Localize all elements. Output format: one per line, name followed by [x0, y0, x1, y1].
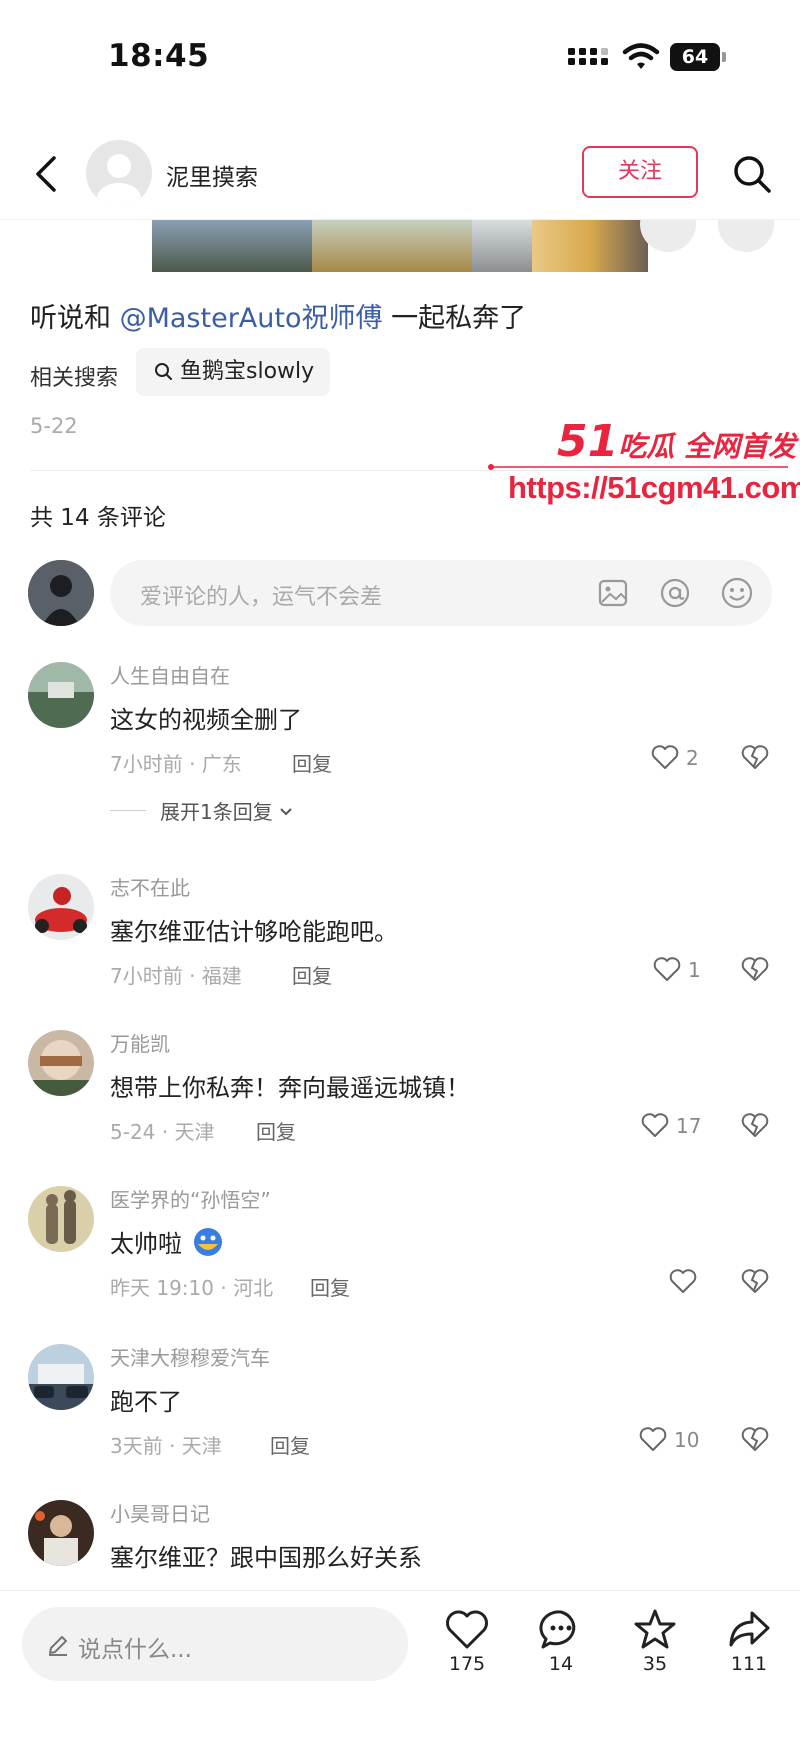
comment-text: 这女的视频全删了 [110, 706, 302, 734]
expand-replies-label: 展开1条回复 [160, 800, 273, 824]
related-search-chip[interactable]: 鱼鹅宝slowly [136, 348, 331, 396]
commenter-avatar[interactable] [28, 874, 94, 940]
emoji-sticker-icon [193, 1228, 222, 1256]
like-count: 2 [686, 746, 699, 770]
wifi-icon [622, 43, 660, 69]
commenter-name[interactable]: 志不在此 [110, 872, 190, 901]
comment-text: 太帅啦 [110, 1224, 224, 1259]
divider [30, 470, 770, 471]
like-icon[interactable] [640, 1110, 670, 1140]
dislike-icon[interactable] [740, 742, 770, 772]
watermark: 51吃瓜 全网首发 https://51cgm41.com [488, 416, 800, 516]
mention-icon[interactable] [658, 576, 692, 610]
like-count: 1 [688, 958, 701, 982]
commenter-name[interactable]: 人生自由自在 [110, 660, 230, 689]
bottom-action-bar: 说点什么... 175 14 35 111 [0, 1590, 800, 1739]
post-image-strip[interactable] [152, 220, 648, 272]
follow-button[interactable]: 关注 [582, 146, 698, 198]
comment-text: 塞尔维亚估计够呛能跑吧。 [110, 918, 398, 946]
like-icon[interactable] [650, 742, 680, 772]
my-avatar [28, 560, 94, 626]
related-search-label: 相关搜索 [30, 366, 119, 391]
comment-input[interactable]: 爱评论的人，运气不会差 [110, 560, 772, 626]
comment-post-button[interactable]: 14 [526, 1607, 596, 1675]
comment-meta: 7小时前 · 福建 [110, 964, 242, 988]
comment-text: 塞尔维亚？跟中国那么好关系 [110, 1544, 422, 1572]
comment-meta: 昨天 19:10 · 河北 [110, 1276, 274, 1300]
battery-level: 64 [670, 43, 720, 71]
like-post-button[interactable]: 175 [432, 1607, 502, 1675]
reply-button[interactable]: 回复 [310, 1272, 350, 1301]
commenter-avatar[interactable] [28, 1344, 94, 1410]
comment-post-count: 14 [548, 1653, 574, 1675]
like-post-count: 175 [448, 1653, 486, 1675]
status-bar: 18:45 64 [0, 0, 800, 110]
comment-meta: 7小时前 · 广东 [110, 752, 242, 776]
comment-text: 想带上你私奔！奔向最遥远城镇！ [110, 1074, 470, 1102]
post-caption: 听说和 @MasterAuto祝师傅 一起私奔了 [30, 303, 527, 334]
like-icon[interactable] [638, 1424, 668, 1454]
author-avatar[interactable] [86, 140, 152, 206]
favorite-post-count: 35 [642, 1653, 668, 1675]
mention-link[interactable]: @MasterAuto祝师傅 [120, 303, 383, 334]
share-post-button[interactable]: 111 [714, 1607, 784, 1675]
comment-meta: 5-24 · 天津 [110, 1120, 215, 1144]
heart-icon [446, 1610, 488, 1649]
dislike-icon[interactable] [740, 1266, 770, 1296]
commenter-name[interactable]: 小昊哥日记 [110, 1498, 210, 1527]
commenter-name[interactable]: 天津大穆穆爱汽车 [110, 1342, 270, 1371]
favorite-post-button[interactable]: 35 [620, 1607, 690, 1675]
post-date: 5-22 [30, 414, 78, 438]
search-icon[interactable] [730, 152, 774, 196]
reply-button[interactable]: 回复 [292, 960, 332, 989]
search-icon [155, 363, 172, 380]
battery-icon: 64 [670, 43, 726, 71]
back-icon[interactable] [28, 152, 64, 196]
status-time: 18:45 [108, 38, 210, 74]
signal-icon [568, 48, 608, 65]
author-name[interactable]: 泥里摸索 [166, 158, 258, 192]
dislike-icon[interactable] [740, 1424, 770, 1454]
comment-input-placeholder: 爱评论的人，运气不会差 [140, 585, 383, 610]
emoji-icon[interactable] [720, 576, 754, 610]
comment-text: 跑不了 [110, 1388, 182, 1416]
say-something-input[interactable]: 说点什么... [22, 1607, 408, 1681]
share-icon [729, 1611, 770, 1647]
star-icon [634, 1609, 676, 1649]
dislike-icon[interactable] [740, 954, 770, 984]
commenter-name[interactable]: 万能凯 [110, 1028, 170, 1057]
commenter-avatar[interactable] [28, 1500, 94, 1566]
image-icon[interactable] [596, 576, 630, 610]
commenter-avatar[interactable] [28, 1030, 94, 1096]
watermark-url: https://51cgm41.com [508, 470, 800, 505]
comment-meta: 3天前 · 天津 [110, 1434, 222, 1458]
chevron-down-icon [280, 807, 292, 815]
pencil-icon [49, 1636, 67, 1656]
commenter-avatar[interactable] [28, 1186, 94, 1252]
watermark-brand: 51吃瓜 全网首发 [557, 416, 796, 467]
related-search-query: 鱼鹅宝slowly [180, 359, 315, 384]
say-something-placeholder: 说点什么... [78, 1637, 192, 1663]
comment-count: 共 14 条评论 [30, 505, 166, 531]
commenter-avatar[interactable] [28, 662, 94, 728]
reply-button[interactable]: 回复 [256, 1116, 296, 1145]
reply-button[interactable]: 回复 [270, 1430, 310, 1459]
dislike-icon[interactable] [740, 1110, 770, 1140]
like-icon[interactable] [668, 1266, 698, 1296]
like-count: 17 [676, 1114, 702, 1138]
post-header: 泥里摸索 关注 [0, 130, 800, 220]
like-icon[interactable] [652, 954, 682, 984]
reply-button[interactable]: 回复 [292, 748, 332, 777]
expand-replies-button[interactable]: 展开1条回复 [110, 796, 295, 825]
comment-bubble-icon [539, 1610, 576, 1649]
like-count: 10 [674, 1428, 700, 1452]
commenter-name[interactable]: 医学界的“孙悟空” [110, 1184, 271, 1213]
share-post-count: 111 [730, 1653, 768, 1675]
